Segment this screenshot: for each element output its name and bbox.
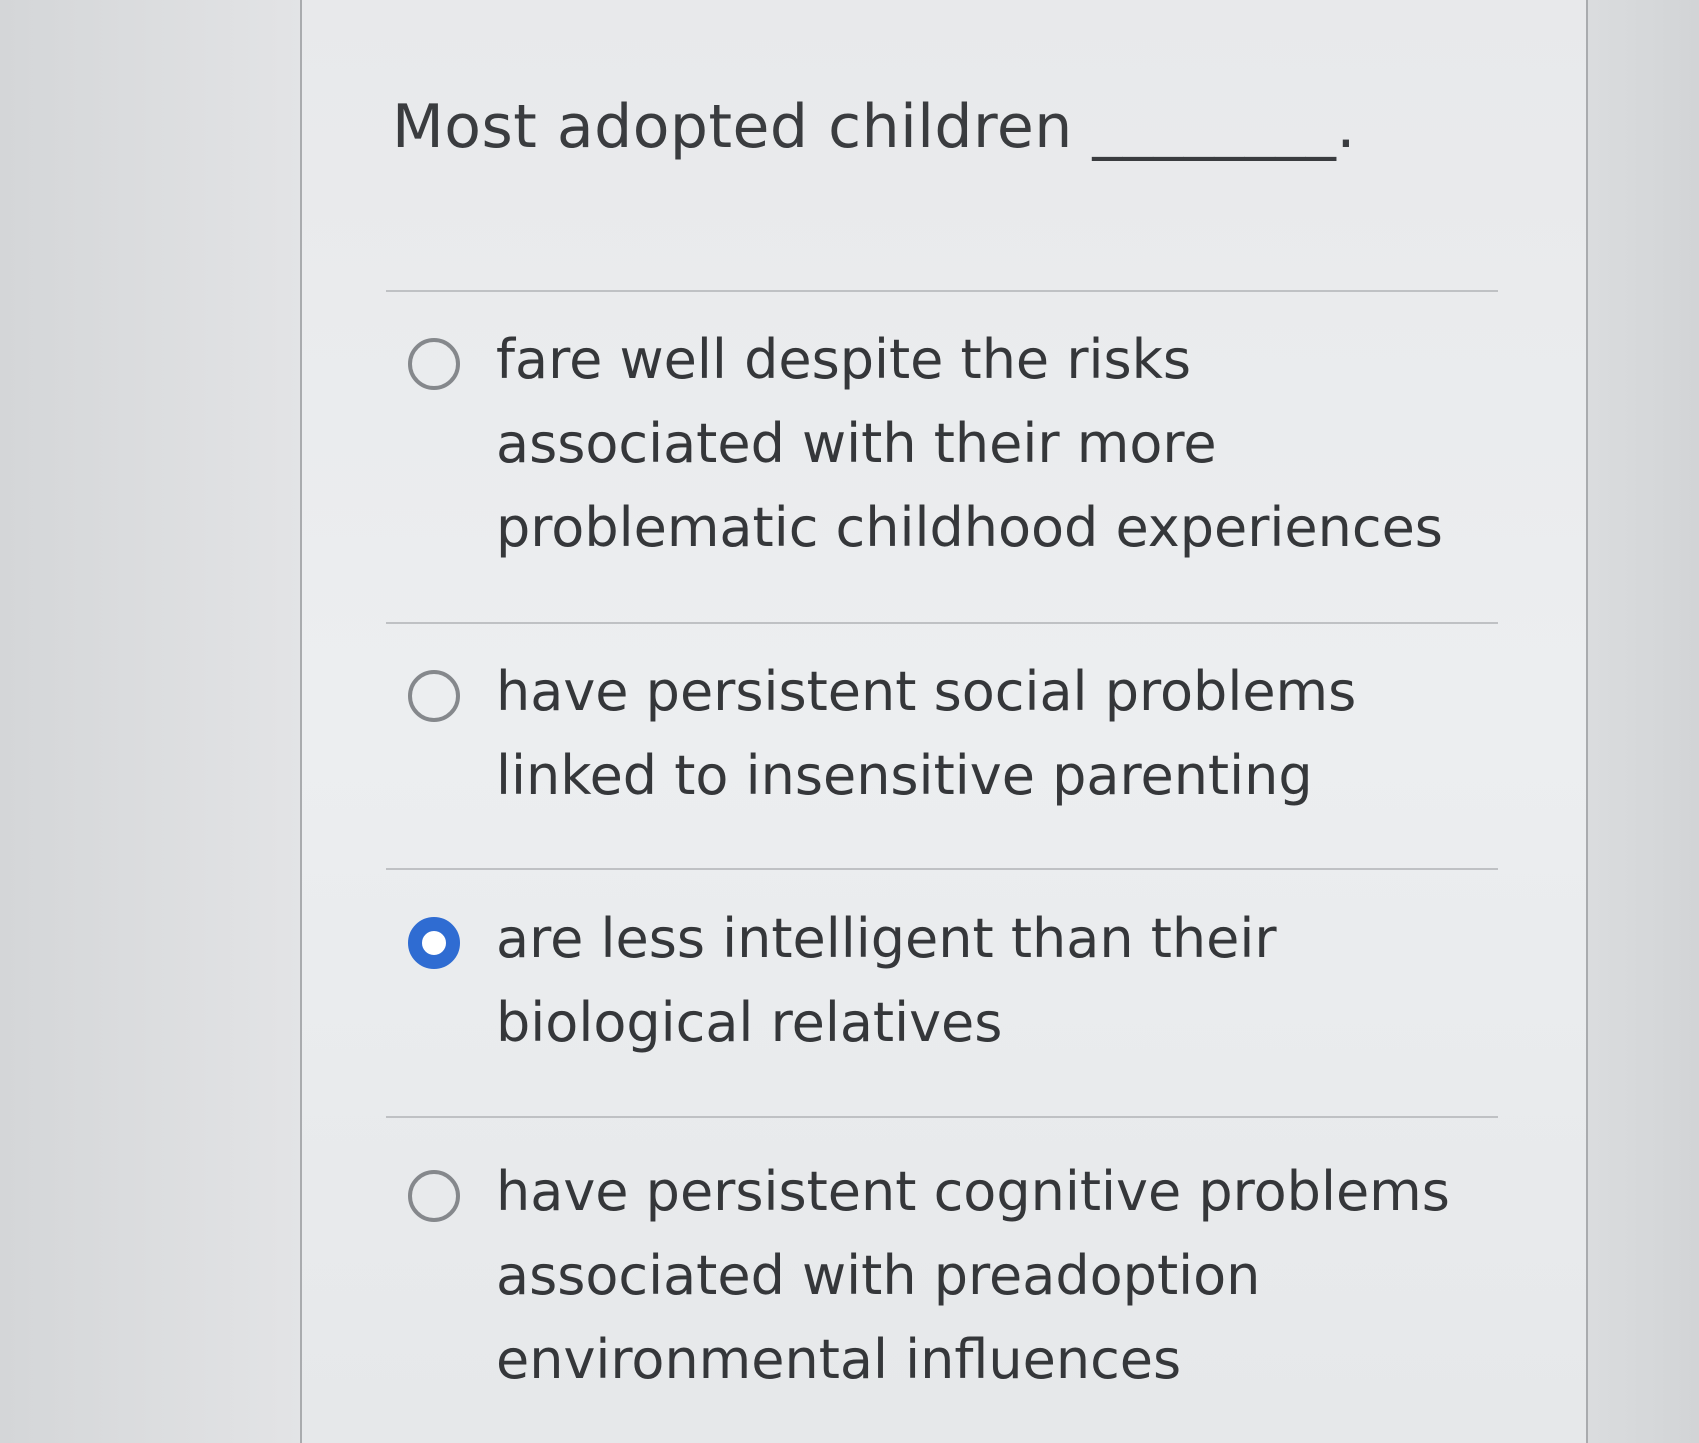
option-4-label: have persistent cognitive problems assoc… <box>496 1160 1450 1391</box>
radio-selected-icon[interactable] <box>408 917 460 969</box>
screen: Most adopted children ________. fare wel… <box>0 0 1699 1443</box>
divider <box>386 868 1498 870</box>
option-3[interactable]: are less intelligent than their biologic… <box>408 897 1498 1065</box>
question-text: Most adopted children ________. <box>392 92 1356 162</box>
divider <box>386 622 1498 624</box>
option-1[interactable]: fare well despite the risks associated w… <box>408 318 1498 570</box>
option-1-label: fare well despite the risks associated w… <box>496 328 1443 559</box>
option-2-label: have persistent social problems linked t… <box>496 660 1357 807</box>
question-card: Most adopted children ________. fare wel… <box>300 0 1588 1443</box>
radio-unselected-icon[interactable] <box>408 1170 460 1222</box>
option-3-label: are less intelligent than their biologic… <box>496 907 1277 1054</box>
option-2[interactable]: have persistent social problems linked t… <box>408 650 1498 818</box>
divider <box>386 290 1498 292</box>
divider <box>386 1116 1498 1118</box>
option-4[interactable]: have persistent cognitive problems assoc… <box>408 1150 1498 1402</box>
radio-unselected-icon[interactable] <box>408 670 460 722</box>
radio-unselected-icon[interactable] <box>408 338 460 390</box>
